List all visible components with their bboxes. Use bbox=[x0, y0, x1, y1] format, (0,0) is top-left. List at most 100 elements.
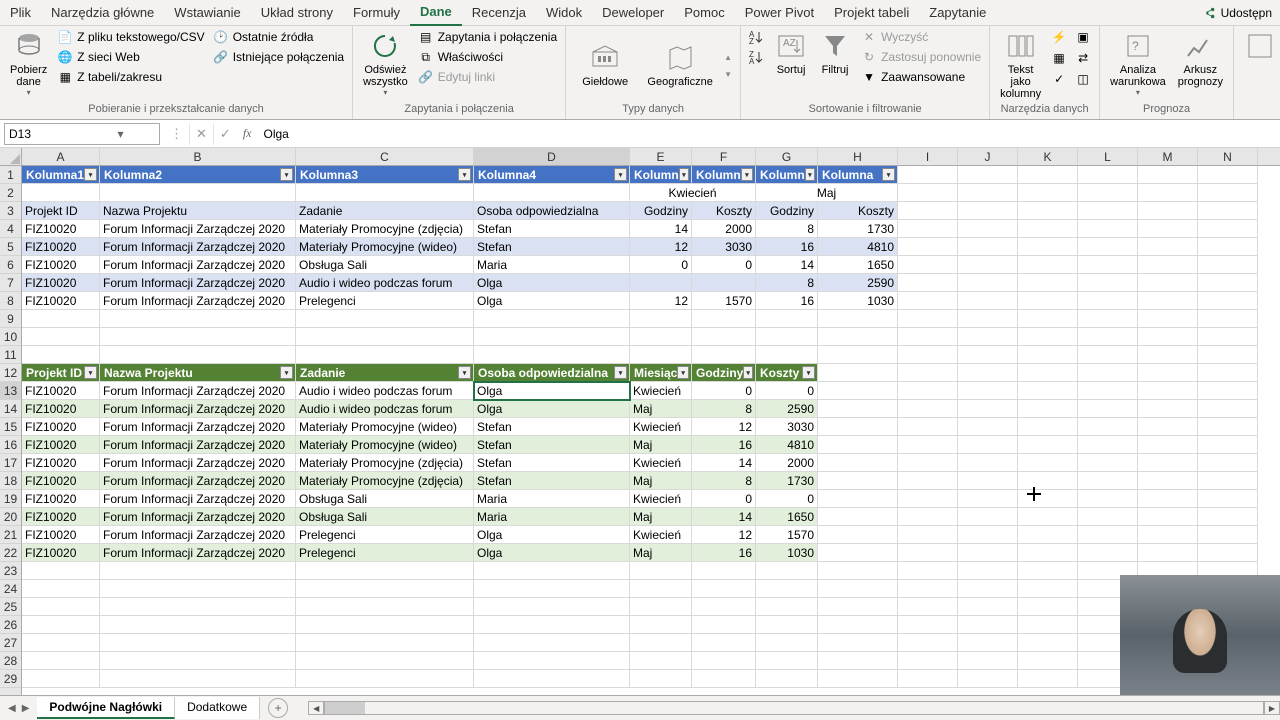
cell[interactable] bbox=[1018, 328, 1078, 346]
cell[interactable]: Forum Informacji Zarządczej 2020 bbox=[100, 544, 296, 562]
row-header-16[interactable]: 16 bbox=[0, 436, 21, 454]
row-header-26[interactable]: 26 bbox=[0, 616, 21, 634]
cell[interactable] bbox=[1198, 490, 1258, 508]
cell[interactable] bbox=[1198, 364, 1258, 382]
cell[interactable] bbox=[22, 598, 100, 616]
cell[interactable] bbox=[100, 634, 296, 652]
cell[interactable]: Koszty bbox=[692, 202, 756, 220]
cell[interactable] bbox=[958, 310, 1018, 328]
row-header-5[interactable]: 5 bbox=[0, 238, 21, 256]
cell[interactable]: 8 bbox=[692, 400, 756, 418]
cell[interactable] bbox=[474, 310, 630, 328]
cell[interactable]: Forum Informacji Zarządczej 2020 bbox=[100, 436, 296, 454]
cell[interactable] bbox=[474, 328, 630, 346]
cell[interactable] bbox=[958, 346, 1018, 364]
cell[interactable] bbox=[1198, 472, 1258, 490]
text-to-columns-button[interactable]: Tekst jako kolumny bbox=[996, 28, 1045, 102]
cell[interactable] bbox=[898, 670, 958, 688]
cell[interactable] bbox=[474, 346, 630, 364]
cell[interactable]: FIZ10020 bbox=[22, 472, 100, 490]
cell[interactable]: Obsługa Sali bbox=[296, 490, 474, 508]
col-header-H[interactable]: H bbox=[818, 148, 898, 165]
cell[interactable] bbox=[818, 328, 898, 346]
cell[interactable]: Materiały Promocyjne (wideo) bbox=[296, 436, 474, 454]
cell[interactable]: 8 bbox=[756, 274, 818, 292]
cell[interactable]: 12 bbox=[630, 292, 692, 310]
cell[interactable]: 0 bbox=[692, 256, 756, 274]
cell[interactable]: 1730 bbox=[756, 472, 818, 490]
cell[interactable] bbox=[1138, 490, 1198, 508]
row-header-13[interactable]: 13 bbox=[0, 382, 21, 400]
from-text-csv-button[interactable]: 📄Z pliku tekstowego/CSV bbox=[55, 28, 206, 46]
cell[interactable] bbox=[756, 634, 818, 652]
tab-power-pivot[interactable]: Power Pivot bbox=[735, 0, 824, 26]
cell[interactable] bbox=[898, 184, 958, 202]
cell[interactable] bbox=[474, 670, 630, 688]
cell[interactable] bbox=[1138, 418, 1198, 436]
cell[interactable] bbox=[1138, 454, 1198, 472]
cell[interactable]: Materiały Promocyjne (wideo) bbox=[296, 238, 474, 256]
cell[interactable]: Stefan bbox=[474, 472, 630, 490]
col-header-G[interactable]: G bbox=[756, 148, 818, 165]
cell[interactable] bbox=[898, 292, 958, 310]
cell[interactable] bbox=[898, 634, 958, 652]
cell[interactable]: Forum Informacji Zarządczej 2020 bbox=[100, 220, 296, 238]
cell[interactable]: Kolumna▾ bbox=[818, 166, 898, 184]
cell[interactable] bbox=[898, 580, 958, 598]
cell[interactable]: Forum Informacji Zarządczej 2020 bbox=[100, 382, 296, 400]
cell[interactable] bbox=[958, 400, 1018, 418]
cell[interactable] bbox=[1198, 400, 1258, 418]
cell[interactable]: 3030 bbox=[692, 238, 756, 256]
cell[interactable]: Osoba odpowiedzialna▾ bbox=[474, 364, 630, 382]
recent-sources-button[interactable]: 🕑Ostatnie źródła bbox=[211, 28, 346, 46]
cell[interactable]: Forum Informacji Zarządczej 2020 bbox=[100, 256, 296, 274]
cell[interactable] bbox=[1198, 526, 1258, 544]
cell[interactable] bbox=[296, 562, 474, 580]
cell[interactable] bbox=[818, 508, 898, 526]
cell[interactable] bbox=[1018, 652, 1078, 670]
tab-narzędzia-główne[interactable]: Narzędzia główne bbox=[41, 0, 164, 26]
fx-icon[interactable]: fx bbox=[237, 126, 258, 141]
tab-deweloper[interactable]: Deweloper bbox=[592, 0, 674, 26]
cell[interactable] bbox=[1078, 472, 1138, 490]
cell[interactable]: 2590 bbox=[756, 400, 818, 418]
cell[interactable]: Miesiąc▾ bbox=[630, 364, 692, 382]
cell[interactable]: Stefan bbox=[474, 238, 630, 256]
cell[interactable]: Maj bbox=[630, 508, 692, 526]
cell[interactable]: FIZ10020 bbox=[22, 544, 100, 562]
cell[interactable] bbox=[1078, 184, 1138, 202]
existing-connections-button[interactable]: 🔗Istniejące połączenia bbox=[211, 48, 346, 66]
cell[interactable] bbox=[100, 670, 296, 688]
cell[interactable]: Olga bbox=[474, 400, 630, 418]
col-header-E[interactable]: E bbox=[630, 148, 692, 165]
cell[interactable]: Prelegenci bbox=[296, 544, 474, 562]
col-header-K[interactable]: K bbox=[1018, 148, 1078, 165]
col-header-B[interactable]: B bbox=[100, 148, 296, 165]
cell[interactable] bbox=[22, 670, 100, 688]
cell[interactable]: Audio i wideo podczas forum bbox=[296, 382, 474, 400]
cell[interactable]: 14 bbox=[692, 454, 756, 472]
cell[interactable] bbox=[958, 490, 1018, 508]
cell[interactable] bbox=[630, 274, 692, 292]
cell[interactable] bbox=[958, 562, 1018, 580]
formula-input[interactable]: Olga bbox=[257, 123, 1280, 145]
cell[interactable] bbox=[756, 616, 818, 634]
cell[interactable]: Kolumna1▾ bbox=[22, 166, 100, 184]
cell[interactable] bbox=[1018, 364, 1078, 382]
cell[interactable] bbox=[958, 580, 1018, 598]
cell[interactable] bbox=[898, 238, 958, 256]
from-web-button[interactable]: 🌐Z sieci Web bbox=[55, 48, 206, 66]
cell[interactable]: 0 bbox=[756, 490, 818, 508]
cell[interactable] bbox=[1198, 454, 1258, 472]
cell[interactable]: FIZ10020 bbox=[22, 292, 100, 310]
col-header-F[interactable]: F bbox=[692, 148, 756, 165]
cell[interactable] bbox=[1078, 328, 1138, 346]
cell[interactable] bbox=[818, 382, 898, 400]
cell[interactable]: Maj bbox=[630, 400, 692, 418]
cell[interactable]: 8 bbox=[692, 472, 756, 490]
sheet-tab-1[interactable]: Dodatkowe bbox=[175, 697, 260, 719]
cell[interactable] bbox=[756, 346, 818, 364]
cell[interactable] bbox=[1078, 274, 1138, 292]
cell[interactable]: 14 bbox=[692, 508, 756, 526]
cell[interactable]: FIZ10020 bbox=[22, 454, 100, 472]
